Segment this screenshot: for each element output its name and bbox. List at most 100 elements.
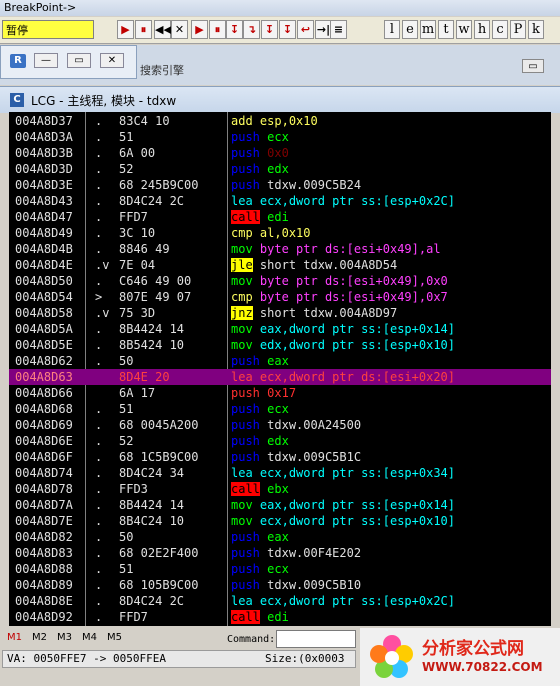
mnemonic: jle bbox=[231, 258, 253, 272]
code-row[interactable]: 004A8D7E. 8B4C24 10 mov ecx,dword ptr ss:[… bbox=[9, 513, 551, 529]
code-row[interactable]: 004A8D74. 8D4C24 34 lea ecx,dword ptr ss:[… bbox=[9, 465, 551, 481]
view-letter-button[interactable]: e bbox=[402, 20, 418, 39]
hex-bytes: 8D4E 20 bbox=[119, 370, 170, 384]
view-letter-button[interactable]: h bbox=[474, 20, 490, 39]
code-row[interactable]: 004A8D78. FFD3 call ebx bbox=[9, 481, 551, 497]
operands: ecx bbox=[267, 130, 289, 144]
code-row[interactable]: 004A8D4E .v 7E 04 jle short tdxw.004A8D54 bbox=[9, 257, 551, 273]
view-letter-button[interactable]: t bbox=[438, 20, 454, 39]
toolbar-button[interactable]: ✕ bbox=[171, 20, 188, 39]
toolbar-button[interactable]: ▶ bbox=[191, 20, 208, 39]
memory-tab-m1[interactable]: M1 bbox=[7, 632, 22, 643]
address: 004A8D7A bbox=[15, 498, 73, 512]
code-row[interactable]: 004A8D6E. 52 push edx bbox=[9, 433, 551, 449]
code-row[interactable]: 004A8D68. 51 push ecx bbox=[9, 401, 551, 417]
view-letter-button[interactable]: P bbox=[510, 20, 526, 39]
operands: tdxw.009C5B24 bbox=[267, 178, 362, 192]
jump-marker: . bbox=[95, 114, 103, 128]
mnemonic: push bbox=[231, 530, 260, 544]
operands: byte ptr ds:[esi+0x49],0x7 bbox=[259, 290, 448, 304]
code-row[interactable]: 004A8D3E. 68 245B9C00 push tdxw.009C5B24 bbox=[9, 177, 551, 193]
toolbar-button[interactable]: ≡ bbox=[330, 20, 347, 39]
code-row[interactable]: 004A8D5A. 8B4424 14 mov eax,dword ptr ss:[… bbox=[9, 321, 551, 337]
code-row[interactable]: 004A8D82. 50 push eax bbox=[9, 529, 551, 545]
code-row[interactable]: 004A8D47. FFD7 call edi bbox=[9, 209, 551, 225]
hex-bytes: 8B5424 10 bbox=[119, 338, 185, 352]
toolbar-button[interactable]: ↧ bbox=[261, 20, 278, 39]
hex-bytes: 51 bbox=[119, 130, 134, 144]
hex-bytes: 68 02E2F400 bbox=[119, 546, 199, 560]
toolbar-button[interactable]: ↧ bbox=[279, 20, 296, 39]
hex-bytes: 68 1C5B9C00 bbox=[119, 450, 199, 464]
operands: ecx,dword ptr ss:[esp+0x2C] bbox=[259, 594, 455, 608]
operands: byte ptr ds:[esi+0x49],0x0 bbox=[259, 274, 448, 288]
code-row[interactable]: 004A8D83. 68 02E2F400 push tdxw.00F4E202 bbox=[9, 545, 551, 561]
hex-bytes: 51 bbox=[119, 402, 134, 416]
disassembly-pane[interactable]: 004A8D37. 83C4 10 add esp,0x10 004A8D3A. 51 p… bbox=[9, 112, 551, 626]
mnemonic: push bbox=[231, 546, 260, 560]
toolbar-button[interactable]: ↴ bbox=[243, 20, 260, 39]
code-row[interactable]: 004A8D49. 3C 10 cmp al,0x10 bbox=[9, 225, 551, 241]
command-input[interactable] bbox=[276, 630, 356, 648]
view-letter-button[interactable]: k bbox=[528, 20, 544, 39]
code-row[interactable]: 004A8D58 .v 75 3D jnz short tdxw.004A8D97 bbox=[9, 305, 551, 321]
code-row[interactable]: 004A8D62. 50 push eax bbox=[9, 353, 551, 369]
view-letter-button[interactable]: w bbox=[456, 20, 472, 39]
code-row[interactable]: 004A8D63 8D4E 20 lea ecx,dword ptr ds:[esi… bbox=[9, 369, 551, 385]
view-letter-button[interactable]: c bbox=[492, 20, 508, 39]
toolbar-button[interactable]: ⏸ bbox=[209, 20, 226, 39]
mnemonic: mov bbox=[231, 242, 253, 256]
operands: byte ptr ds:[esi+0x49],al bbox=[259, 242, 441, 256]
code-row[interactable]: 004A8D54 >807E 49 07 cmp byte ptr ds:[esi+… bbox=[9, 289, 551, 305]
code-row[interactable]: 004A8D5E. 8B5424 10 mov edx,dword ptr ss:[… bbox=[9, 337, 551, 353]
code-row[interactable]: 004A8D6F. 68 1C5B9C00 push tdxw.009C5B1C bbox=[9, 449, 551, 465]
toolbar-button[interactable]: ⏸ bbox=[135, 20, 152, 39]
toolbar-button[interactable]: ◀◀ bbox=[154, 20, 172, 39]
operands: tdxw.009C5B1C bbox=[267, 450, 362, 464]
toolbar-button[interactable]: ▶ bbox=[117, 20, 134, 39]
code-row[interactable]: 004A8D3D. 52 push edx bbox=[9, 161, 551, 177]
memory-tab-m2[interactable]: M2 bbox=[32, 632, 47, 643]
code-row[interactable]: 004A8D92. FFD7 call edi bbox=[9, 609, 551, 625]
memory-tab-m4[interactable]: M4 bbox=[82, 632, 97, 643]
toolbar-button[interactable]: ↩ bbox=[297, 20, 314, 39]
disassembly: push tdxw.009C5B10 bbox=[231, 577, 361, 593]
code-row[interactable]: 004A8D3A. 51 push ecx bbox=[9, 129, 551, 145]
code-row[interactable]: 004A8D88. 51 push ecx bbox=[9, 561, 551, 577]
code-row[interactable]: 004A8D8E. 8D4C24 2C lea ecx,dword ptr ss:[… bbox=[9, 593, 551, 609]
toolbar-button[interactable]: ↧ bbox=[226, 20, 243, 39]
mnemonic: push bbox=[231, 578, 260, 592]
restore-icon[interactable]: ▭ bbox=[522, 59, 544, 73]
code-row[interactable]: 004A8D4B. 8846 49 mov byte ptr ds:[esi+0x4… bbox=[9, 241, 551, 257]
code-row[interactable]: 004A8D3B. 6A 00 push 0x0 bbox=[9, 145, 551, 161]
address: 004A8D69 bbox=[15, 418, 73, 432]
close-icon[interactable]: ✕ bbox=[100, 53, 124, 68]
code-row[interactable]: 004A8D43. 8D4C24 2C lea ecx,dword ptr ss:[… bbox=[9, 193, 551, 209]
code-row[interactable]: 004A8D89. 68 105B9C00 push tdxw.009C5B10 bbox=[9, 577, 551, 593]
maximize-icon[interactable]: ▭ bbox=[67, 53, 91, 68]
memory-tab-m5[interactable]: M5 bbox=[107, 632, 122, 643]
code-row[interactable]: 004A8D37. 83C4 10 add esp,0x10 bbox=[9, 113, 551, 129]
hex-bytes: 8D4C24 2C bbox=[119, 194, 185, 208]
view-letter-button[interactable]: m bbox=[420, 20, 436, 39]
code-row[interactable]: 004A8D7A. 8B4424 14 mov eax,dword ptr ss:[… bbox=[9, 497, 551, 513]
minimize-icon[interactable]: — bbox=[34, 53, 58, 68]
code-row[interactable]: 004A8D50. C646 49 00 mov byte ptr ds:[esi+… bbox=[9, 273, 551, 289]
address: 004A8D63 bbox=[15, 370, 73, 384]
disassembly: mov byte ptr ds:[esi+0x49],0x0 bbox=[231, 273, 448, 289]
operands: ebx bbox=[267, 482, 289, 496]
code-window-title: LCG - 主线程, 模块 - tdxw bbox=[31, 94, 177, 108]
hex-bytes: 51 bbox=[119, 562, 134, 576]
window-title: BreakPoint-> bbox=[0, 0, 560, 16]
mnemonic: add bbox=[231, 114, 253, 128]
code-row[interactable]: 004A8D69. 68 0045A200 push tdxw.00A24500 bbox=[9, 417, 551, 433]
hex-bytes: 8D4C24 2C bbox=[119, 594, 185, 608]
disassembly: mov edx,dword ptr ss:[esp+0x10] bbox=[231, 337, 455, 353]
view-letter-button[interactable]: l bbox=[384, 20, 400, 39]
disassembly: push 0x17 bbox=[231, 385, 296, 401]
code-row[interactable]: 004A8D66 6A 17 push 0x17 bbox=[9, 385, 551, 401]
memory-tab-m3[interactable]: M3 bbox=[57, 632, 72, 643]
